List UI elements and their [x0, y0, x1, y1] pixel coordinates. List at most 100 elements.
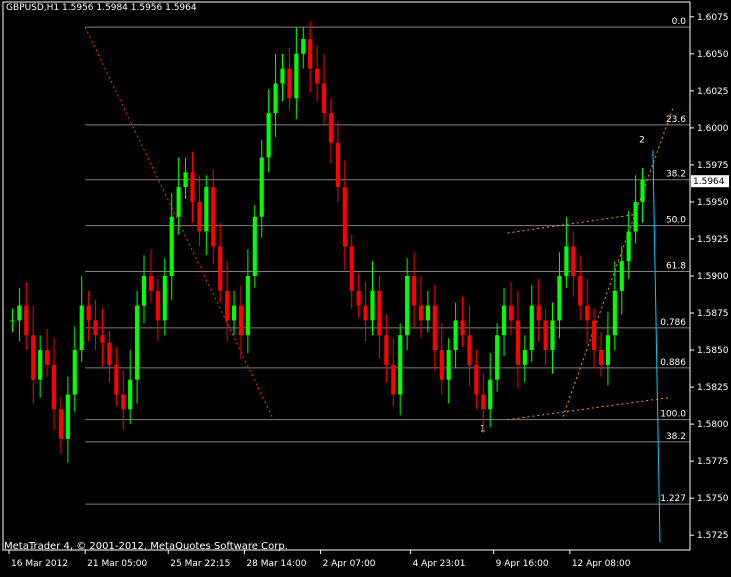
candle-body — [287, 68, 292, 99]
candle-body — [183, 172, 188, 188]
candle-body — [377, 290, 382, 336]
candle-body — [598, 350, 604, 365]
wave-label: 1 — [480, 425, 486, 435]
candle-body — [114, 364, 119, 395]
x-tick-label: 16 Mar 2012 — [11, 559, 68, 569]
candle-body — [335, 142, 340, 188]
candle-body — [619, 261, 624, 291]
candle-body — [238, 305, 244, 336]
y-tick-label: 1.6050 — [697, 50, 729, 60]
price-chart[interactable]: 0.023.638.250.061.80.7860.886100.038.21.… — [0, 0, 731, 573]
candle-body — [418, 305, 424, 321]
y-tick-label: 1.6000 — [697, 124, 729, 134]
candle-body — [515, 320, 520, 365]
candle-body — [446, 350, 451, 380]
chart-header: GBPUSD,H1 1.5956 1.5984 1.5956 1.5964 — [6, 3, 197, 13]
candle-body — [411, 276, 417, 306]
candle-body — [405, 276, 410, 336]
x-tick-label: 12 Apr 08:00 — [572, 559, 631, 569]
candle-body — [10, 320, 15, 322]
candle-body — [24, 305, 29, 336]
x-tick-label: 25 Mar 22:15 — [170, 559, 230, 569]
candle-body — [585, 305, 590, 321]
candle-body — [65, 394, 70, 439]
candle-body — [391, 364, 396, 395]
candle-body — [543, 320, 548, 351]
candle-body — [453, 320, 458, 351]
candle-body — [349, 246, 354, 291]
candle-body — [536, 305, 541, 321]
fib-level-label: 38.2 — [666, 432, 686, 442]
candle-body — [190, 172, 195, 202]
candle-body — [93, 320, 98, 336]
candle-body — [162, 276, 167, 321]
chart-window[interactable]: 0.0 23.6 38.2 50.0 61.8 0.786 0.886 100.0 38.2 1.… — [0, 0, 731, 573]
candle-body — [578, 276, 583, 306]
candle-body — [231, 305, 237, 321]
candle-body — [72, 350, 77, 395]
candle-body — [218, 246, 223, 291]
candle-body — [294, 53, 299, 99]
candle-body — [626, 231, 631, 262]
candle-body — [17, 305, 22, 321]
candle-body — [155, 290, 160, 321]
candle-body — [308, 39, 313, 69]
candle-body — [550, 320, 555, 351]
y-tick-label: 1.5950 — [697, 198, 729, 208]
y-tick-label: 1.5925 — [697, 235, 729, 245]
candle-body — [633, 201, 638, 232]
candle-body — [591, 320, 597, 351]
candle-body — [529, 305, 534, 351]
candle-body — [564, 246, 569, 276]
candle-body — [141, 276, 147, 306]
fib-level-label: 100.0 — [660, 410, 686, 420]
candle-body — [501, 305, 507, 336]
y-tick-label: 1.6025 — [697, 87, 729, 97]
y-tick-label: 1.6075 — [697, 13, 729, 23]
candle-body — [522, 350, 527, 365]
x-tick-label: 9 Apr 16:00 — [496, 559, 549, 569]
y-tick-label: 1.5975 — [697, 161, 729, 171]
wave-label: 2 — [639, 136, 645, 146]
symbol-label: GBPUSD,H1 — [6, 3, 60, 13]
candle-body — [481, 394, 486, 410]
candle-body — [51, 364, 57, 410]
y-tick-label: 1.5725 — [697, 531, 729, 541]
candle-body — [612, 290, 617, 336]
fib-level-label: 0.886 — [660, 358, 686, 368]
candle-body — [439, 350, 444, 380]
candle-body — [148, 276, 154, 291]
fib-level-label: 1.227 — [660, 494, 686, 504]
candle-body — [342, 187, 347, 247]
fib-level-label: 38.2 — [666, 170, 686, 180]
candle-body — [79, 305, 84, 351]
candle-body — [432, 305, 437, 351]
candle-body — [363, 305, 368, 321]
y-tick-label: 1.5825 — [697, 383, 729, 393]
y-tick-label: 1.5800 — [697, 420, 729, 430]
x-tick-label: 4 Apr 23:01 — [413, 559, 466, 569]
candle-body — [640, 179, 645, 202]
y-tick-label: 1.5900 — [697, 272, 729, 282]
candle-body — [488, 379, 493, 410]
current-price-label: 1.5964 — [693, 177, 725, 187]
candle-body — [121, 394, 126, 410]
candle-body — [315, 68, 320, 84]
x-tick-label: 21 Mar 05:00 — [87, 559, 147, 569]
candle-body — [508, 305, 514, 321]
candle-body — [425, 305, 430, 321]
candle-body — [245, 276, 250, 336]
y-tick-label: 1.5750 — [697, 494, 729, 504]
candle-body — [356, 290, 361, 306]
x-tick-label: 2 Apr 07:00 — [323, 559, 376, 569]
candle-body — [460, 320, 465, 336]
candle-body — [128, 379, 133, 410]
y-tick-label: 1.5850 — [697, 346, 729, 356]
candle-body — [211, 187, 216, 247]
candle-body — [398, 335, 403, 395]
candle-body — [197, 201, 202, 232]
candle-body — [266, 113, 271, 158]
fib-level-label: 50.0 — [666, 216, 686, 226]
fib-level-label: 61.8 — [666, 262, 686, 272]
candle-body — [58, 409, 64, 439]
